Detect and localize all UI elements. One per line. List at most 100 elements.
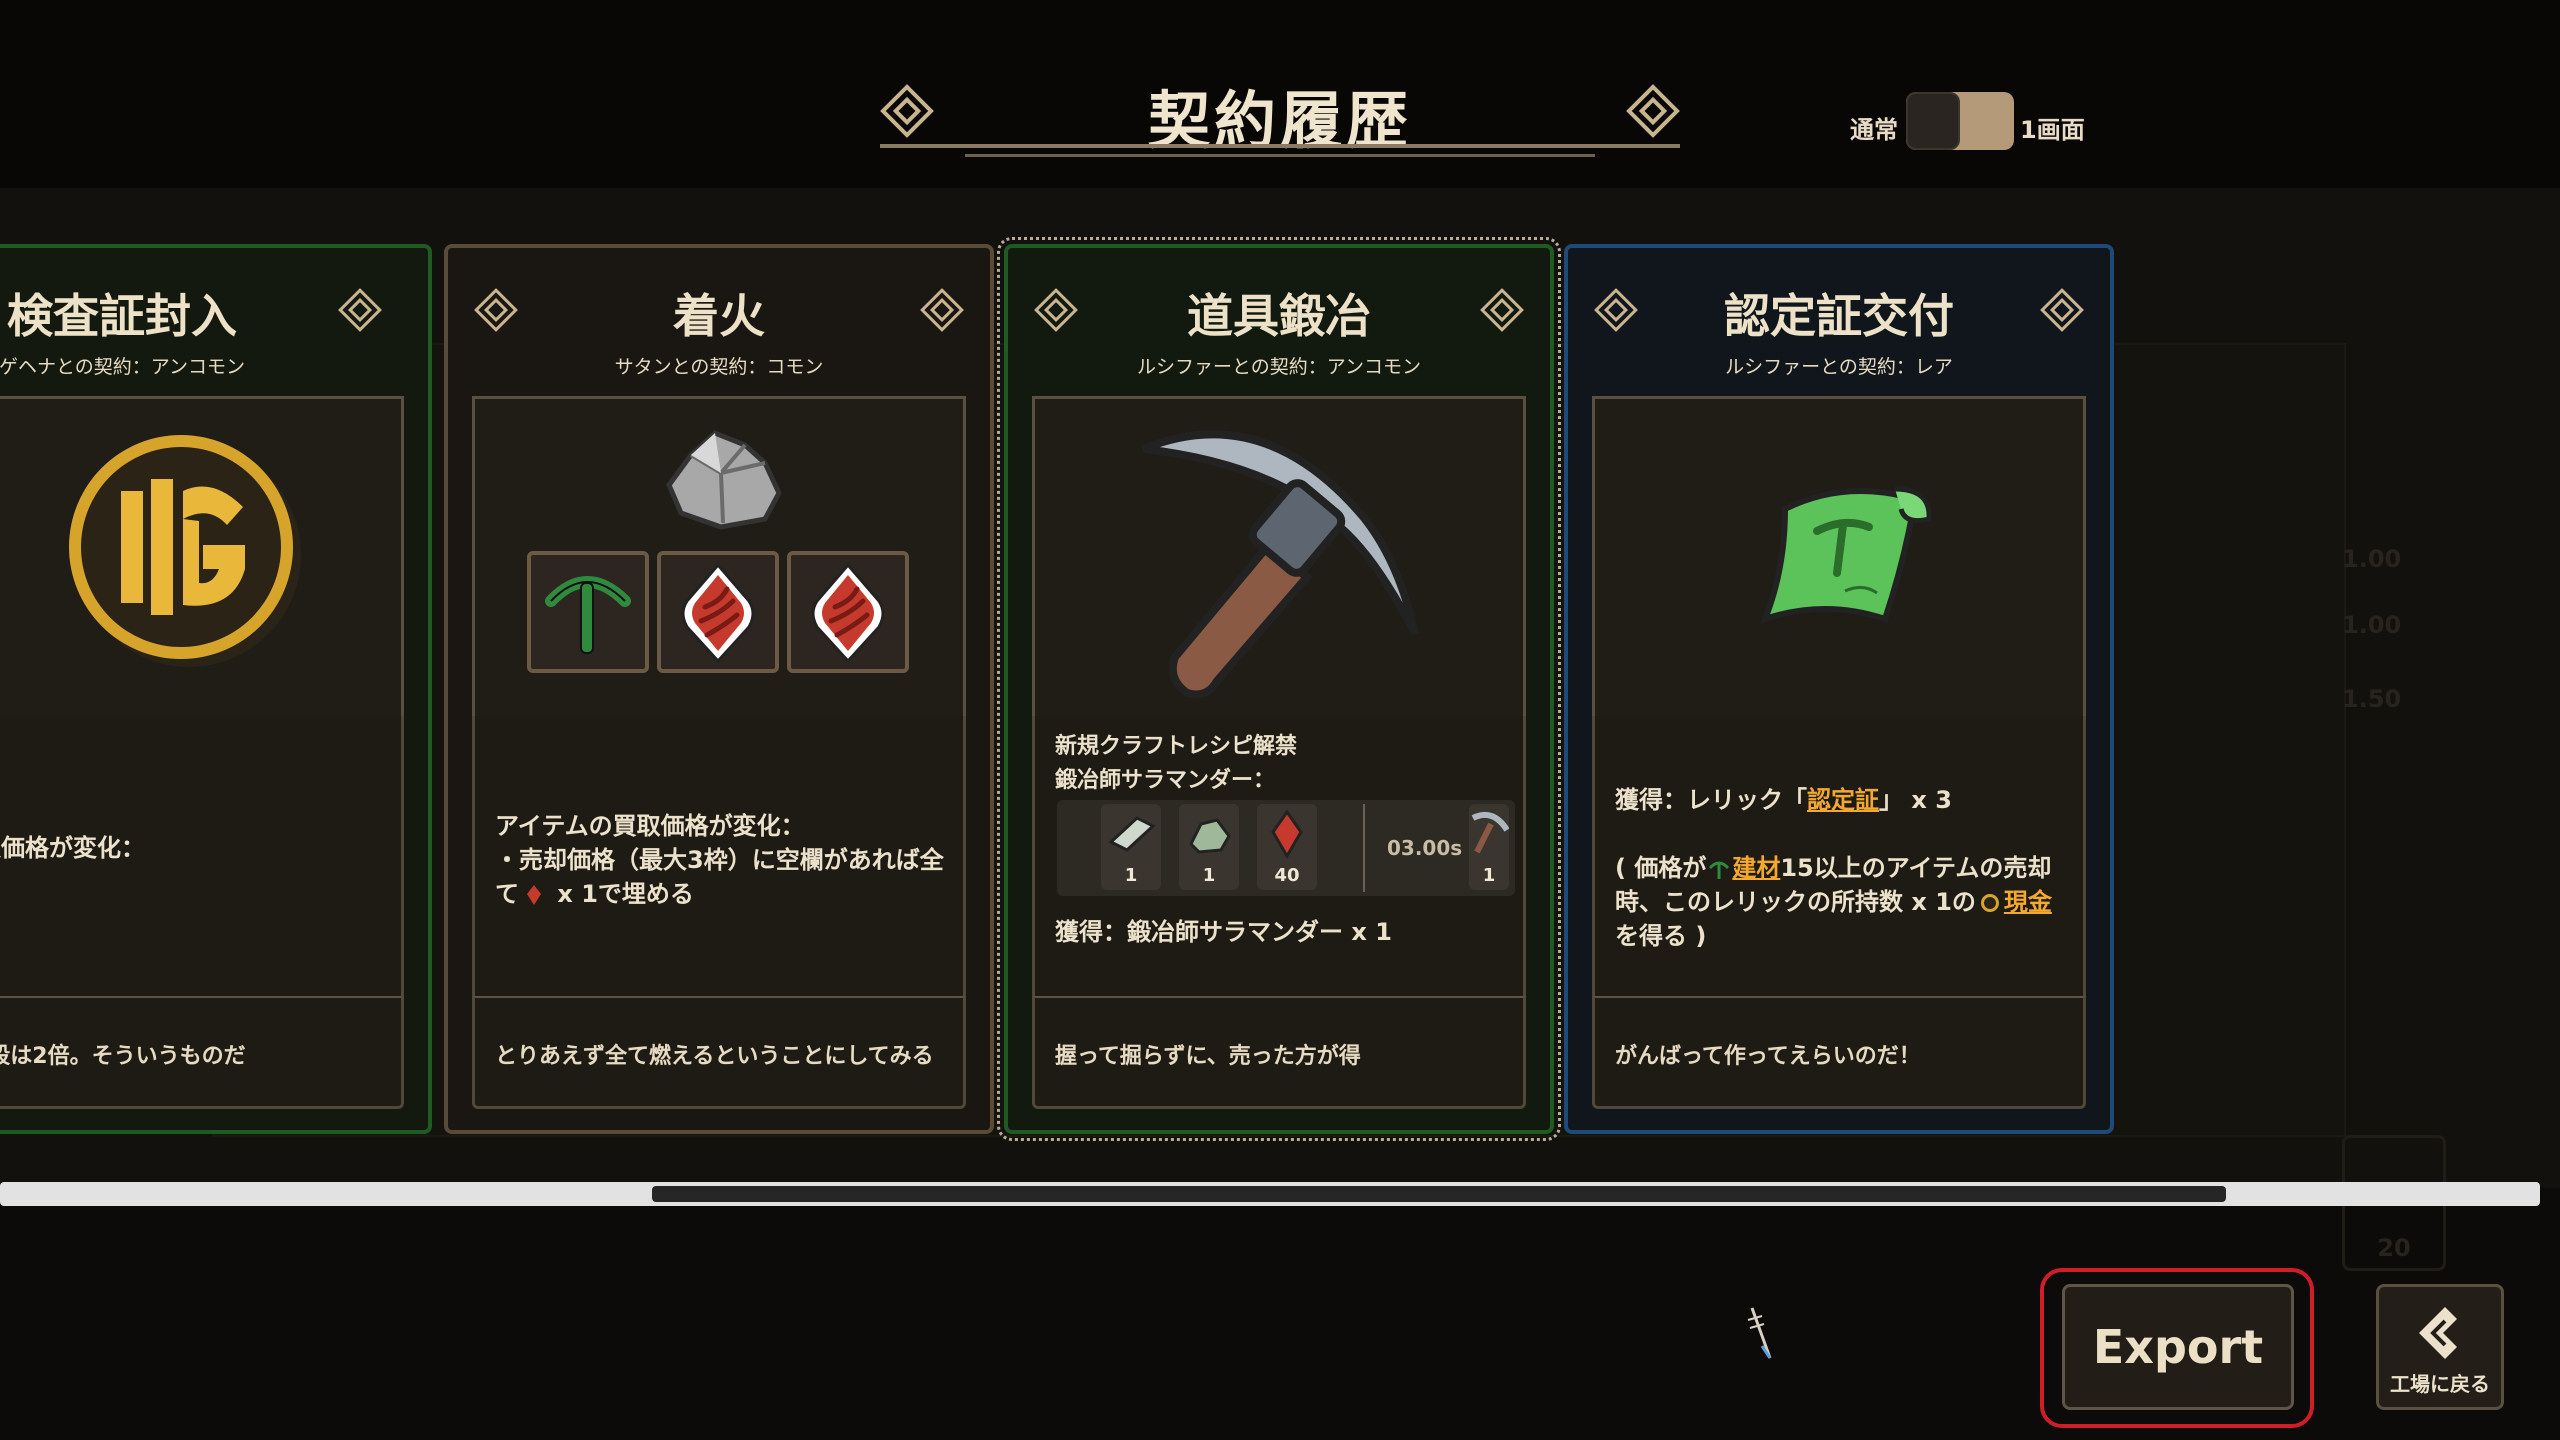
back-to-factory-button[interactable]: 工場に戻る bbox=[2376, 1284, 2504, 1410]
title-area: 契約履歴 bbox=[880, 40, 1680, 170]
desc-line: アイテムの買取価格が変化： bbox=[495, 812, 805, 840]
title-underline bbox=[880, 144, 1680, 148]
diamond-ornament-icon bbox=[338, 288, 382, 332]
toggle-label-normal[interactable]: 通常 bbox=[1850, 110, 1898, 145]
desc-line: ムの買取価格が変化： bbox=[0, 834, 145, 862]
card-flavor: がんばって作ってえらいのだ！ bbox=[1592, 996, 2086, 1109]
recipe-count: 1 bbox=[1202, 865, 1216, 886]
recipe-count: 1 bbox=[1482, 865, 1496, 886]
card-flavor: 握って掘らずに、売った方が得 bbox=[1032, 996, 1526, 1109]
toggle-switch[interactable] bbox=[1906, 92, 2014, 150]
flavor-text: がんばって作ってえらいのだ！ bbox=[1615, 1044, 1921, 1069]
contract-card[interactable]: 認定証交付 ルシファーとの契約：レア 獲得：レリック「認定証」 x 3 ( 価格… bbox=[1564, 244, 2114, 1134]
desc-text-part: 15以上のアイテムの売却 bbox=[1780, 854, 2052, 882]
flavor-text: 1枚、値段は2倍。そういうものだ bbox=[0, 1044, 246, 1069]
fire-icon bbox=[681, 562, 755, 664]
recipe-count: 40 bbox=[1274, 865, 1300, 886]
flavor-text: とりあえず全て燃えるということにしてみる bbox=[495, 1044, 934, 1069]
desc-text-part: 獲得：レリック「 bbox=[1615, 786, 1807, 814]
card-art bbox=[472, 396, 966, 722]
back-arrow-icon bbox=[2419, 1307, 2457, 1359]
crafting-recipe: 1 1 40 03.00s 1 bbox=[1057, 800, 1515, 896]
header-bar: 契約履歴 通常 1画面 bbox=[0, 0, 2560, 188]
desc-line: 新規クラフトレシピ解禁 bbox=[1055, 734, 1298, 759]
gold-coin-icon bbox=[69, 435, 301, 667]
desc-line: 獲得：鍛冶師サラマンダー x 1 bbox=[1055, 918, 1392, 946]
cash-link[interactable]: 現金 bbox=[2004, 888, 2052, 916]
card-art bbox=[0, 396, 404, 722]
green-pickaxe-icon bbox=[545, 576, 631, 654]
recipe-input-slot: 1 bbox=[1179, 804, 1239, 890]
bg-slot-count: 20 bbox=[2377, 1234, 2411, 1262]
card-title: 認定証交付 bbox=[1724, 289, 1954, 343]
toggle-knob[interactable] bbox=[1906, 92, 1960, 150]
card-title: 着火 bbox=[673, 289, 765, 343]
metal-bar-icon bbox=[1108, 816, 1156, 852]
card-title: 道具鍛冶 bbox=[1187, 289, 1371, 343]
card-subtitle: ゲヘナとの契約：アンコモン bbox=[0, 356, 246, 378]
card-art bbox=[1592, 396, 2086, 722]
stone-icon bbox=[666, 430, 782, 530]
contract-card[interactable]: 着火 サタンとの契約：コモン アイテムの買取価格が変化： ・売却価格（最大3枠）… bbox=[444, 244, 994, 1134]
card-subtitle: ルシファーとの契約：レア bbox=[1725, 356, 1953, 378]
flavor-text: 握って掘らずに、売った方が得 bbox=[1055, 1044, 1361, 1069]
recipe-output-slot: 1 bbox=[1469, 804, 1510, 890]
certificate-scroll-icon bbox=[1759, 486, 1932, 624]
bg-value: 1.50 bbox=[2342, 685, 2402, 713]
desc-text-part: て bbox=[495, 880, 519, 908]
relic-certificate-link[interactable]: 認定証 bbox=[1807, 786, 1879, 814]
fire-icon bbox=[1271, 809, 1303, 859]
desc-line: ( 価格が 建材15以上のアイテムの売却 bbox=[1615, 848, 2051, 883]
scrollbar-thumb[interactable] bbox=[652, 1186, 2226, 1202]
item-slot bbox=[787, 551, 909, 673]
craft-time: 03.00s bbox=[1387, 836, 1463, 860]
contract-card-selected[interactable]: 道具鍛冶 ルシファーとの契約：アンコモン 新規クラフトレシピ解禁 鍛冶師サラマン… bbox=[997, 237, 1561, 1141]
export-button[interactable]: Export bbox=[2062, 1284, 2294, 1410]
contract-card[interactable]: 検査証封入 ゲヘナとの契約：アンコモン ムの買取価格が変化： 現金 +1 1枚、… bbox=[0, 244, 432, 1134]
card-subtitle: ルシファーとの契約：アンコモン bbox=[1136, 356, 1422, 378]
recipe-input-slot: 40 bbox=[1257, 804, 1317, 890]
recipe-count: 1 bbox=[1124, 865, 1138, 886]
diamond-ornament-icon bbox=[2040, 288, 2084, 332]
desc-line: を得る ) bbox=[1615, 922, 1707, 950]
card-description: アイテムの買取価格が変化： ・売却価格（最大3枠）に空欄があれば全 て x 1で… bbox=[472, 716, 966, 996]
card-subtitle: サタンとの契約：コモン bbox=[614, 356, 824, 378]
desc-line: 獲得：レリック「認定証」 x 3 bbox=[1615, 780, 1952, 815]
fire-icon bbox=[811, 562, 885, 664]
fire-icon bbox=[527, 885, 541, 905]
back-button-label: 工場に戻る bbox=[2390, 1372, 2490, 1396]
card-description: ムの買取価格が変化： 現金 +1 bbox=[0, 716, 404, 996]
title-underline-inner bbox=[965, 154, 1595, 157]
toggle-label-single-screen[interactable]: 1画面 bbox=[2020, 110, 2085, 145]
desc-line: 鍛冶師サラマンダー： bbox=[1055, 768, 1276, 793]
desc-text-part: 」 x 3 bbox=[1879, 786, 1952, 814]
gold-coin-icon bbox=[1980, 894, 1999, 912]
mouse-cursor-icon bbox=[1747, 1307, 1772, 1359]
diamond-ornament-icon bbox=[920, 288, 964, 332]
bg-value: 1.00 bbox=[2342, 545, 2402, 573]
card-description: 新規クラフトレシピ解禁 鍛冶師サラマンダー： 1 1 40 03.00s 1 獲… bbox=[1032, 716, 1526, 996]
card-carousel[interactable]: 1.00 1.00 1.50 20 検査証封入 ゲヘナとの契約：アンコモン 価格… bbox=[0, 188, 2560, 1271]
desc-text-part: x 1で埋める bbox=[549, 880, 694, 908]
desc-line: 時、このレリックの所持数 x 1の 現金 bbox=[1615, 882, 2052, 917]
ore-icon bbox=[1189, 818, 1231, 854]
desc-text-part: ( 価格が bbox=[1615, 854, 1707, 882]
building-material-link[interactable]: 建材 bbox=[1732, 854, 1780, 882]
card-flavor: 1枚、値段は2倍。そういうものだ bbox=[0, 996, 404, 1109]
recipe-input-slot: 1 bbox=[1101, 804, 1161, 890]
card-description: 獲得：レリック「認定証」 x 3 ( 価格が 建材15以上のアイテムの売却 時、こ… bbox=[1592, 716, 2086, 996]
card-art bbox=[1032, 396, 1526, 722]
recipe-divider bbox=[1363, 804, 1365, 892]
item-slot bbox=[527, 551, 649, 673]
desc-line: て x 1で埋める bbox=[495, 874, 694, 909]
horizontal-scrollbar[interactable] bbox=[0, 1182, 2540, 1206]
diamond-ornament-icon bbox=[1626, 84, 1680, 138]
diamond-ornament-icon bbox=[1480, 288, 1524, 332]
bg-value: 1.00 bbox=[2342, 611, 2402, 639]
item-slot bbox=[657, 551, 779, 673]
desc-line: ・売却価格（最大3枠）に空欄があれば全 bbox=[495, 846, 944, 874]
building-material-icon bbox=[1709, 861, 1730, 879]
card-flavor: とりあえず全て燃えるということにしてみる bbox=[472, 996, 966, 1109]
pickaxe-icon bbox=[1471, 812, 1510, 854]
desc-text-part: 時、このレリックの所持数 x 1の bbox=[1615, 888, 1976, 916]
